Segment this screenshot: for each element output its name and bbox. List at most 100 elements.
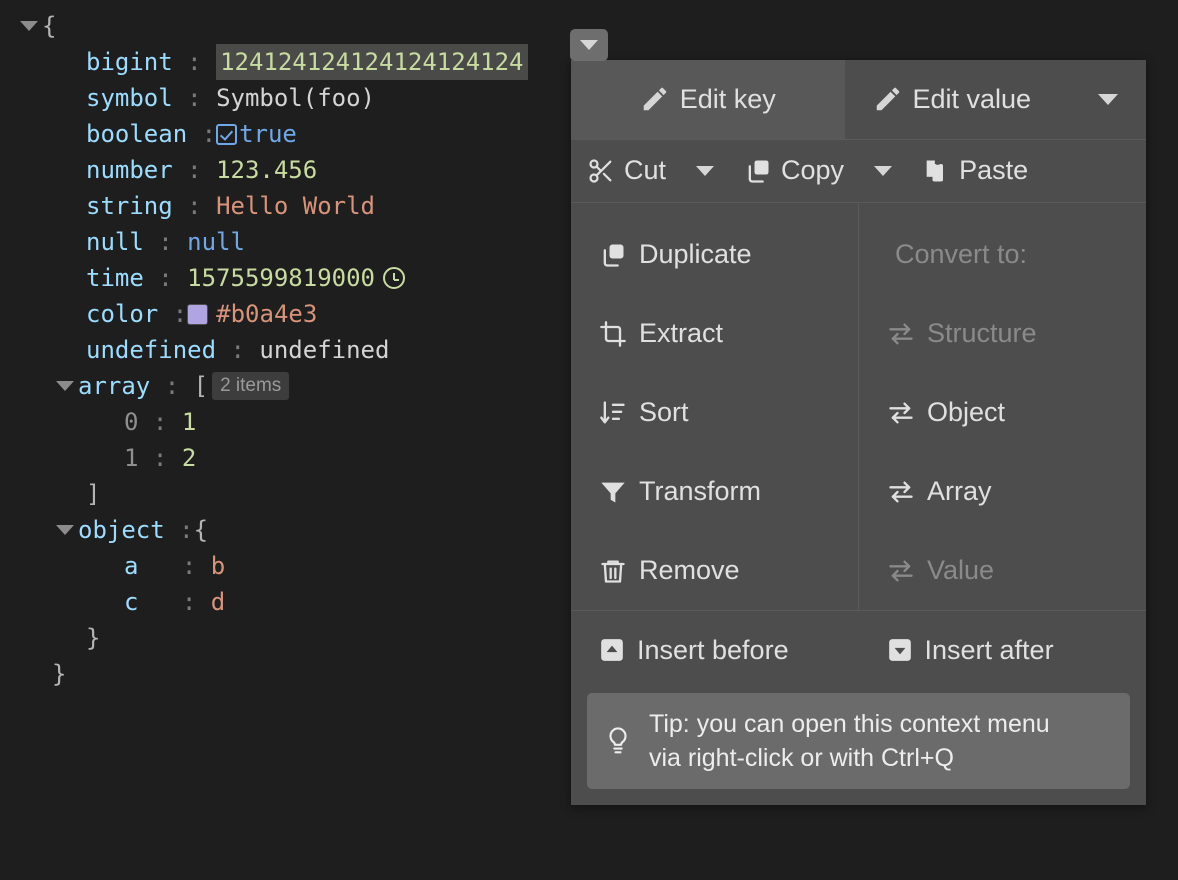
tip-line-1: Tip: you can open this context menu [649,710,1050,738]
key-null[interactable]: null [86,224,144,260]
array-value-1[interactable]: 2 [182,440,196,476]
insert-after-icon [887,637,913,663]
sep-undefined: : [230,336,245,364]
tree-row-object[interactable]: object :{ [0,512,620,548]
tree-row-number[interactable]: number : 123.456 [0,152,620,188]
trash-icon [599,557,627,585]
swap-icon [887,320,915,348]
object-value-c[interactable]: d [211,584,225,620]
tree-row-array[interactable]: array : [2 items [0,368,620,404]
value-number[interactable]: 123.456 [216,152,317,188]
clock-icon[interactable] [383,267,405,289]
key-bigint[interactable]: bigint [86,44,173,80]
paste-label: Paste [959,155,1029,186]
convert-to-object-button[interactable]: Object [859,373,1146,452]
tree-row-array-item-0[interactable]: 0 : 1 [0,404,620,440]
tree-row-array-item-1[interactable]: 1 : 2 [0,440,620,476]
key-symbol[interactable]: symbol [86,80,173,116]
value-boolean[interactable]: true [239,116,297,152]
swap-icon [887,478,915,506]
transform-button[interactable]: Transform [571,452,858,531]
tree-row-undefined[interactable]: undefined : undefined [0,332,620,368]
remove-label: Remove [639,555,740,585]
key-undefined[interactable]: undefined [86,332,216,368]
color-swatch-icon[interactable] [187,303,209,325]
tree-row-object-entry-c[interactable]: c : d [0,584,620,620]
value-string[interactable]: Hello World [216,188,375,224]
value-color[interactable]: #b0a4e3 [216,296,317,332]
tree-row-root-open[interactable]: { [0,8,620,44]
tip-line-2: via right-click or with Ctrl+Q [649,744,954,772]
chevron-down-icon[interactable] [1098,93,1118,105]
convert-to-structure-button[interactable]: Structure [859,294,1146,373]
tree-row-string[interactable]: string : Hello World [0,188,620,224]
key-array[interactable]: array [78,368,150,404]
chevron-down-icon[interactable] [16,21,42,31]
sep-boolean: : [201,120,217,148]
value-undefined[interactable]: undefined [259,332,389,368]
chevron-down-icon[interactable] [52,381,78,391]
convert-to-value-button[interactable]: Value [859,531,1146,610]
swap-icon [887,557,915,585]
extract-button[interactable]: Extract [571,294,858,373]
sort-button[interactable]: Sort [571,373,858,452]
key-color[interactable]: color [86,296,158,332]
sep-array-1: : [152,444,168,472]
value-null[interactable]: null [187,224,245,260]
tree-row-symbol[interactable]: symbol : Symbol(foo) [0,80,620,116]
object-key-c[interactable]: c [124,584,138,620]
tree-row-bigint[interactable]: bigint : 124124124124124124124 [0,44,620,80]
sep-symbol: : [187,84,202,112]
convert-to-array-button[interactable]: Array [859,452,1146,531]
object-value-a[interactable]: b [211,548,225,584]
sep-color: : [172,300,188,328]
transform-label: Transform [639,476,762,506]
tree-row-null[interactable]: null : null [0,224,620,260]
sep-array-0: : [152,408,168,436]
array-value-0[interactable]: 1 [182,404,196,440]
duplicate-button[interactable]: Duplicate [571,215,858,294]
swap-icon [887,399,915,427]
sep-number: : [187,156,202,184]
cut-options-chevron-down-icon[interactable] [696,165,715,176]
checkbox-checked-icon[interactable] [216,123,238,145]
key-boolean[interactable]: boolean [86,116,187,152]
tree-row-color[interactable]: color : #b0a4e3 [0,296,620,332]
sort-label: Sort [639,397,689,427]
filter-icon [599,478,627,506]
convert-to-header: Convert to: [859,215,1146,294]
copy-options-chevron-down-icon[interactable] [874,165,893,176]
key-string[interactable]: string [86,188,173,224]
copy-label: Copy [781,155,845,186]
paste-button[interactable]: Paste [922,155,1028,186]
sep-null: : [158,228,173,256]
cut-button[interactable]: Cut [587,155,666,186]
tree-row-object-entry-a[interactable]: a : b [0,548,620,584]
remove-button[interactable]: Remove [571,531,858,610]
value-symbol[interactable]: Symbol(foo) [216,80,375,116]
copy-button[interactable]: Copy [744,155,844,186]
tree-row-time[interactable]: time : 1575599819000 [0,260,620,296]
edit-key-button[interactable]: Edit key [571,60,845,139]
context-menu-actions-column: Duplicate Extract Sort Transform Remove [571,203,859,610]
edit-value-button[interactable]: Edit value [845,60,1147,139]
chevron-down-icon [580,40,598,50]
key-time[interactable]: time [86,260,144,296]
key-object[interactable]: object [78,512,165,548]
convert-value-label: Value [927,555,995,585]
value-time[interactable]: 1575599819000 [187,260,375,296]
sep-string: : [187,192,202,220]
root-close-brace: } [52,660,67,688]
open-context-menu-button[interactable] [570,29,608,61]
tree-row-boolean[interactable]: boolean : true [0,116,620,152]
key-number[interactable]: number [86,152,173,188]
cut-label: Cut [624,155,667,186]
insert-before-button[interactable]: Insert before [571,635,859,666]
object-close-brace: } [86,624,101,652]
value-bigint[interactable]: 124124124124124124124 [216,44,528,80]
convert-structure-label: Structure [927,318,1037,348]
chevron-down-icon[interactable] [52,525,78,535]
insert-after-button[interactable]: Insert after [859,635,1147,666]
object-key-a[interactable]: a [124,548,138,584]
tree-row-array-close: ] [0,476,620,512]
